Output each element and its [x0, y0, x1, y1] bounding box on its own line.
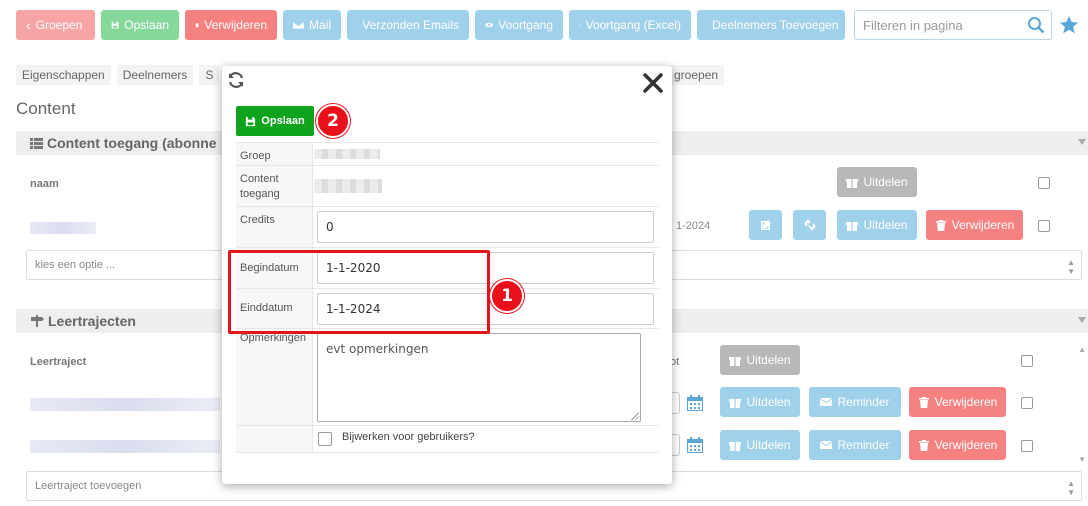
page-title: Content [16, 99, 76, 118]
progress-excel-button[interactable]: Voortgang (Excel) [569, 10, 691, 40]
column-header-path: Leertraject [30, 356, 87, 368]
blurred-path-name [30, 398, 220, 411]
content-row-date: 1-2024 [676, 220, 711, 232]
credits-input[interactable]: 0 [317, 211, 654, 243]
scroll-up-icon[interactable]: ▲ [1078, 345, 1086, 354]
save-button[interactable]: Opslaan [101, 10, 179, 40]
blurred-content-value [314, 179, 382, 193]
modal-save-button[interactable]: Opslaan [236, 106, 314, 136]
select-all-checkbox[interactable] [1038, 177, 1050, 189]
credits-label: Credits [236, 207, 313, 247]
tab-participants[interactable]: Deelnemers [116, 65, 194, 85]
mail-button[interactable]: Mail [283, 10, 341, 40]
tab-properties[interactable]: Eigenschappen [16, 65, 111, 85]
envelope-icon [820, 441, 833, 449]
empty-label-cell [236, 426, 313, 452]
form-row-remarks: Opmerkingen evt opmerkingen [236, 329, 659, 426]
search-icon[interactable] [1027, 16, 1045, 34]
unlink-icon [803, 219, 816, 231]
eye-icon [485, 22, 494, 28]
calendar-icon[interactable] [686, 436, 704, 454]
refresh-icon[interactable] [226, 70, 246, 90]
edit-button[interactable] [749, 210, 782, 240]
star-icon[interactable] [1058, 14, 1080, 36]
assign-all-paths-button[interactable]: Uitdelen [720, 345, 800, 375]
calendar-icon[interactable] [686, 394, 704, 412]
form-row-credits: Credits 0 [236, 207, 659, 248]
update-users-label: Bijwerken voor gebruikers? [342, 431, 475, 443]
page-filter-input[interactable]: Filteren in pagina [854, 10, 1052, 40]
progress-button[interactable]: Voortgang [475, 10, 563, 40]
floppy-icon [111, 21, 119, 29]
content-access-label: Content toegang [236, 166, 313, 206]
form-row-group: Groep [236, 143, 659, 166]
group-label: Groep [236, 143, 313, 165]
close-icon[interactable] [642, 72, 664, 94]
trash-icon [918, 440, 929, 451]
chevron-updown-icon: ▲ ▼ [1067, 479, 1075, 497]
tab-bar: Eigenschappen Deelnemers S [16, 65, 220, 85]
delete-path-button[interactable]: Verwijderen [909, 387, 1006, 417]
column-header-name: naam [30, 178, 59, 190]
select-all-paths-checkbox[interactable] [1021, 355, 1033, 367]
edit-access-modal: Opslaan 2 Groep Content toegang Credits … [222, 66, 672, 484]
list-icon [30, 137, 43, 149]
add-participants-button[interactable]: Deelnemers Toevoegen [697, 10, 845, 40]
remarks-textarea[interactable]: evt opmerkingen [317, 333, 641, 422]
edit-icon [760, 220, 771, 230]
path-row-checkbox[interactable] [1021, 397, 1033, 409]
reminder-button[interactable]: Reminder [809, 387, 901, 417]
delete-button[interactable]: Verwijderen [185, 10, 277, 40]
trash-icon [935, 220, 946, 231]
update-users-checkbox[interactable] [318, 432, 332, 446]
sent-emails-button[interactable]: Verzonden Emails [347, 10, 469, 40]
resize-grip[interactable] [631, 412, 639, 420]
envelope-icon [820, 398, 833, 406]
collapse-icon[interactable] [1078, 317, 1086, 323]
assign-all-button[interactable]: Uitdelen [837, 167, 917, 197]
delete-row-button[interactable]: Verwijderen [926, 210, 1023, 240]
signpost-icon [31, 315, 44, 327]
assign-path-button[interactable]: Uitdelen [720, 430, 800, 460]
gift-icon [729, 357, 742, 366]
step-badge-2: 2 [316, 104, 350, 138]
form-row-content-access: Content toegang [236, 166, 659, 207]
assign-path-button[interactable]: Uitdelen [720, 387, 800, 417]
blurred-group-value [314, 149, 380, 159]
blurred-path-name [30, 440, 220, 453]
assign-button[interactable]: Uitdelen [837, 210, 917, 240]
trash-icon [195, 23, 199, 28]
tab-groups[interactable]: groepen [668, 65, 725, 85]
gift-icon [846, 222, 859, 231]
floppy-icon [246, 116, 256, 126]
delete-path-button[interactable]: Verwijderen [909, 430, 1006, 460]
gift-icon [846, 179, 859, 188]
toolbar: ‹ Groepen Opslaan Verwijderen Mail Verzo… [16, 10, 845, 40]
groups-back-button[interactable]: ‹ Groepen [16, 10, 95, 40]
remarks-label: Opmerkingen [236, 329, 313, 425]
path-row-checkbox[interactable] [1021, 440, 1033, 452]
unlink-button[interactable] [793, 210, 826, 240]
trash-icon [918, 397, 929, 408]
row-checkbox[interactable] [1038, 220, 1050, 232]
gift-icon [729, 399, 742, 408]
envelope-icon [293, 21, 304, 29]
chevron-updown-icon: ▲ ▼ [1067, 258, 1075, 276]
reminder-button[interactable]: Reminder [809, 430, 901, 460]
date-highlight-box [228, 250, 490, 334]
scroll-down-icon[interactable]: ▼ [1078, 455, 1086, 464]
download-icon [579, 24, 581, 26]
form-row-update-users: Bijwerken voor gebruikers? [236, 426, 659, 453]
step-badge-1: 1 [490, 279, 524, 313]
collapse-icon[interactable] [1078, 139, 1086, 145]
gift-icon [729, 442, 742, 451]
tab-partial[interactable]: S [199, 65, 220, 85]
chevron-left-icon: ‹ [26, 17, 31, 33]
blurred-name [30, 222, 96, 234]
